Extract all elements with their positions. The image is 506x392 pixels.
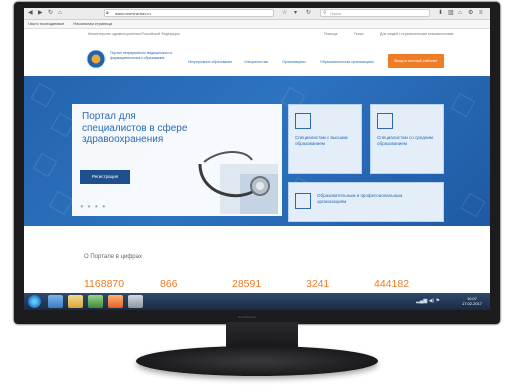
nav-link-organizations[interactable]: Организациям [282, 60, 306, 64]
home-icon[interactable]: ⌂ [58, 10, 62, 17]
folder-icon[interactable] [68, 295, 83, 308]
help-link[interactable]: Помощь [324, 29, 338, 39]
portal-logo[interactable] [86, 49, 106, 69]
monitor-brand-label: ViewSonic [238, 315, 257, 319]
card-label: Специалистам со средним образованием [377, 135, 433, 146]
download-icon[interactable]: ⬇ [438, 10, 443, 17]
card-label: Специалистам с высшим образованием [295, 135, 348, 146]
forward-arrow-icon[interactable]: ▶ [38, 10, 43, 17]
card-label: Образовательным и профессиональным орган… [317, 193, 403, 204]
login-button[interactable]: Вход в личный кабинет [388, 54, 444, 68]
bookmark-star-icon[interactable]: ☆ [282, 10, 287, 17]
reload-icon[interactable]: ↻ [48, 10, 53, 17]
card-secondary-education[interactable]: Специалистам со средним образованием [370, 104, 444, 174]
stat-value: 1168870 [84, 278, 125, 290]
lock-icon: 🔒︎ [106, 10, 109, 16]
site-topbar: Министерство здравоохранения Российской … [24, 29, 490, 39]
windows-taskbar: ▂▄▆ ◀) ⚑ 10:07 17.02.2017 [24, 293, 490, 310]
logo-text: Портал непрерывного медицинского и фарма… [110, 51, 173, 60]
stat-value: 444182 [374, 278, 410, 290]
hero-banner: Портал для специалистов в сфере здравоох… [24, 76, 490, 226]
hero-title: Портал для специалистов в сфере здравоох… [82, 111, 188, 145]
bookmark-item[interactable]: Часто посещаемые [28, 21, 64, 26]
accessibility-link[interactable]: Для людей с ограниченными возможностями [380, 29, 453, 39]
hex-pattern [30, 82, 56, 108]
monitor-screen: ◀ ▶ ↻ ⌂ www.rosminzdrav.ru 🔒︎ ☆ ▾ ↻ Поис… [24, 8, 490, 310]
ie-icon[interactable] [48, 295, 63, 308]
hex-pattern [450, 92, 476, 118]
system-tray[interactable]: ▂▄▆ ◀) ⚑ [416, 298, 440, 304]
ministry-link[interactable]: Министерство здравоохранения Российской … [88, 29, 180, 39]
nav-link-education[interactable]: Непрерывное образование [188, 60, 232, 64]
firefox-icon[interactable] [108, 295, 123, 308]
reload-small-icon[interactable]: ↻ [306, 10, 311, 17]
nav-link-specialists[interactable]: Специалистам [244, 60, 268, 64]
settings-icon[interactable]: ⚙ [468, 10, 473, 17]
stat-value: 3241 [306, 278, 330, 290]
dropdown-icon[interactable]: ▾ [294, 10, 297, 17]
stat-value: 28591 [232, 278, 262, 290]
bookmarks-bar: Часто посещаемые Начальная страница [24, 20, 490, 29]
stat-value: 866 [160, 278, 178, 290]
menu-icon[interactable]: ≡ [479, 10, 483, 17]
library-icon[interactable]: ▥ [448, 10, 454, 17]
organization-icon [295, 193, 311, 209]
start-button[interactable] [28, 295, 41, 308]
app-icon[interactable] [128, 295, 143, 308]
address-bar[interactable]: www.rosminzdrav.ru [104, 9, 274, 17]
network-icon[interactable]: ▂▄▆ [416, 298, 427, 304]
clock-date: 17.02.2017 [462, 301, 483, 306]
monitor-stand-base [136, 346, 378, 376]
search-icon: ⚲ [323, 10, 327, 16]
hero-card: Портал для специалистов в сфере здравоох… [72, 104, 282, 216]
document-icon [377, 113, 393, 129]
search-link[interactable]: Поиск [354, 29, 364, 39]
nav-link-edu-orgs[interactable]: Образовательным организациям [320, 60, 374, 64]
media-icon[interactable] [88, 295, 103, 308]
home-icon[interactable]: ⌂ [458, 10, 462, 17]
taskbar-clock[interactable]: 10:07 17.02.2017 [462, 296, 482, 306]
carousel-dots[interactable]: ● ● ● ● [80, 204, 107, 210]
register-button[interactable]: Регистрация [80, 170, 130, 184]
hex-pattern [48, 190, 74, 216]
hex-pattern [460, 192, 486, 218]
browser-search-input[interactable]: Поиск [320, 9, 430, 17]
monitor-icon [295, 113, 311, 129]
bookmark-item[interactable]: Начальная страница [73, 21, 112, 26]
volume-icon[interactable]: ◀) [429, 298, 435, 304]
hex-pattern [32, 152, 58, 178]
card-higher-education[interactable]: Специалистам с высшим образованием [288, 104, 362, 174]
flag-icon[interactable]: ⚑ [436, 298, 440, 304]
back-arrow-icon[interactable]: ◀ [28, 10, 33, 17]
card-organizations[interactable]: Образовательным и профессиональным орган… [288, 182, 444, 222]
stats-heading: О Портале в цифрах [84, 254, 142, 260]
stethoscope-image [198, 151, 278, 214]
